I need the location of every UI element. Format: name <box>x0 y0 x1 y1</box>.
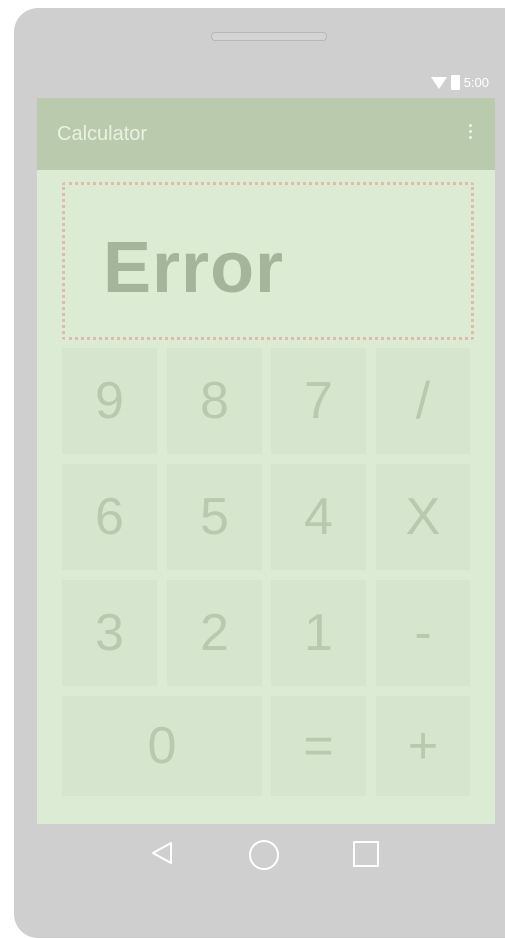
key-1[interactable]: 1 <box>271 580 366 686</box>
key-8[interactable]: 8 <box>167 348 262 454</box>
key-4[interactable]: 4 <box>271 464 366 570</box>
display-value: Error <box>103 228 285 308</box>
key-9[interactable]: 9 <box>62 348 157 454</box>
wifi-icon <box>430 76 447 89</box>
battery-icon <box>450 75 460 90</box>
key-add[interactable]: + <box>376 696 470 796</box>
key-6[interactable]: 6 <box>62 464 157 570</box>
key-equals[interactable]: = <box>271 696 366 796</box>
app-title: Calculator <box>57 123 148 145</box>
status-time: 5:00 <box>463 75 489 90</box>
status-right: 5:00 <box>430 75 489 90</box>
overflow-menu-icon[interactable] <box>469 124 473 144</box>
key-5[interactable]: 5 <box>167 464 262 570</box>
calculator-content: Error 9 8 7 / 6 5 4 X 3 2 1 - 0 = + <box>37 170 495 824</box>
navigation-bar <box>37 824 495 886</box>
key-3[interactable]: 3 <box>62 580 157 686</box>
back-icon[interactable] <box>149 840 175 866</box>
status-bar: 5:00 <box>37 72 495 98</box>
key-multiply[interactable]: X <box>376 464 470 570</box>
home-icon[interactable] <box>249 840 279 870</box>
phone-speaker <box>211 32 327 41</box>
key-2[interactable]: 2 <box>167 580 262 686</box>
key-divide[interactable]: / <box>376 348 470 454</box>
calculator-display: Error <box>62 182 474 340</box>
key-0[interactable]: 0 <box>62 696 262 796</box>
recents-icon[interactable] <box>353 841 379 867</box>
key-7[interactable]: 7 <box>271 348 366 454</box>
key-subtract[interactable]: - <box>376 580 470 686</box>
app-bar: Calculator <box>37 98 495 170</box>
